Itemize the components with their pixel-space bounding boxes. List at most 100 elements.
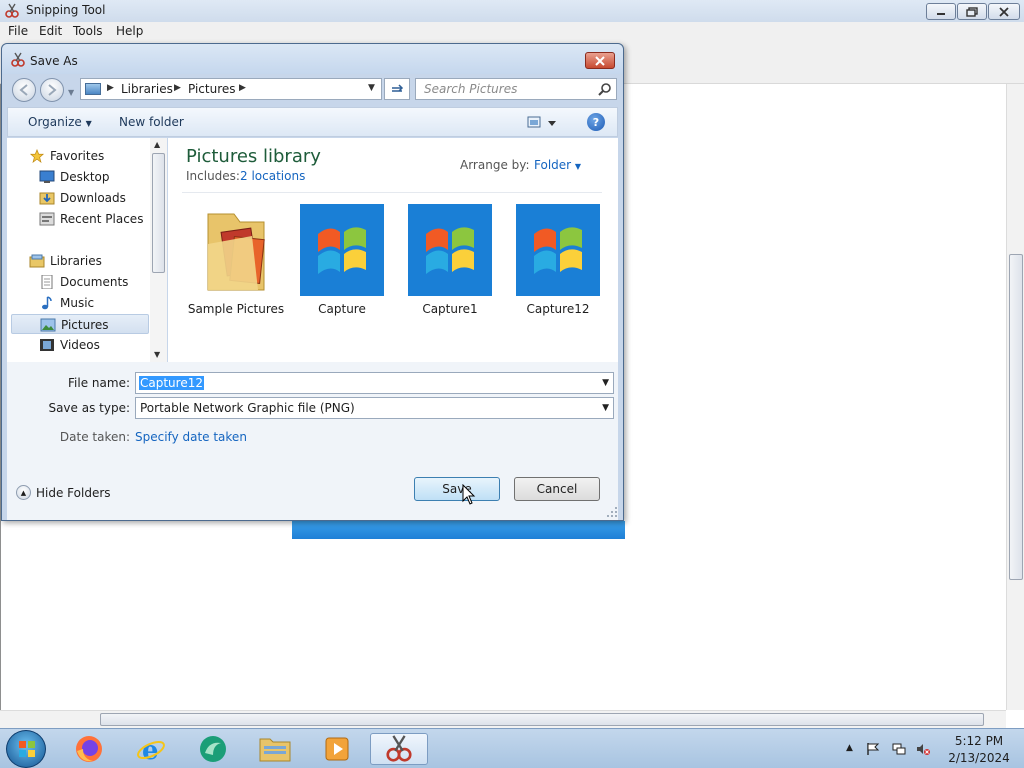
menu-help[interactable]: Help xyxy=(116,24,143,38)
dialog-close-button[interactable] xyxy=(585,52,615,69)
file-item-capture1[interactable]: Capture1 xyxy=(400,200,500,320)
documents-icon xyxy=(41,275,53,289)
nav-label: Recent Places xyxy=(60,212,144,226)
nav-item-documents[interactable]: Documents xyxy=(7,272,149,292)
save-as-dialog: Save As ▼ ▶ Libraries ▶ Pictures ▶ ▼ Sea… xyxy=(1,43,624,521)
image-thumbnail-icon xyxy=(516,204,600,296)
resize-grip-icon[interactable] xyxy=(606,506,618,518)
back-arrow-icon xyxy=(19,84,28,96)
close-icon xyxy=(999,6,1009,17)
filename-field[interactable]: Capture12 ▼ xyxy=(135,372,614,394)
help-icon[interactable]: ? xyxy=(587,113,605,131)
file-item-capture12[interactable]: Capture12 xyxy=(508,200,608,320)
breadcrumb-arrow-icon[interactable]: ▶ xyxy=(107,83,114,93)
start-button[interactable] xyxy=(6,730,46,768)
network-icon[interactable] xyxy=(892,742,906,756)
menu-tools[interactable]: Tools xyxy=(73,24,103,38)
taskbar-media-player[interactable] xyxy=(310,733,364,765)
libraries-icon xyxy=(29,254,45,268)
nav-item-music[interactable]: Music xyxy=(7,293,149,313)
clock-date[interactable]: 2/13/2024 xyxy=(940,751,1018,765)
image-thumbnail-icon xyxy=(408,204,492,296)
menu-file[interactable]: File xyxy=(8,24,28,38)
filename-label: File name: xyxy=(68,376,130,390)
mouse-cursor-icon xyxy=(462,484,476,505)
snipping-tool-icon xyxy=(5,3,19,18)
close-button[interactable] xyxy=(988,3,1020,20)
file-list-pane: Pictures library Includes: 2 locations A… xyxy=(168,138,618,362)
nav-pane-scroll-thumb[interactable] xyxy=(152,153,165,273)
search-icon[interactable] xyxy=(598,82,612,96)
filename-value[interactable]: Capture12 xyxy=(139,376,204,390)
organize-button[interactable]: Organize ▼ xyxy=(28,115,92,129)
main-titlebar: Snipping Tool xyxy=(0,0,1024,22)
taskbar-snipping-tool[interactable] xyxy=(370,733,428,765)
forward-button[interactable] xyxy=(40,78,64,102)
vertical-scroll-thumb[interactable] xyxy=(1009,254,1023,580)
arrange-by-value: Folder xyxy=(534,158,572,172)
volume-muted-icon[interactable] xyxy=(916,742,930,756)
scroll-up-arrow-icon[interactable]: ▲ xyxy=(154,140,160,149)
nav-pane-scrollbar[interactable]: ▲ ▼ xyxy=(150,138,167,362)
chevron-down-icon[interactable]: ▼ xyxy=(602,403,609,413)
music-icon xyxy=(42,296,52,310)
library-locations-link[interactable]: 2 locations xyxy=(240,169,305,183)
window-title: Snipping Tool xyxy=(26,3,106,17)
scroll-down-arrow-icon[interactable]: ▼ xyxy=(154,350,160,359)
taskbar-firefox[interactable] xyxy=(62,733,116,765)
breadcrumb-libraries[interactable]: Libraries xyxy=(121,82,173,96)
firefox-icon xyxy=(76,736,102,762)
snipping-tool-icon xyxy=(386,735,412,762)
search-box[interactable]: Search Pictures xyxy=(415,78,617,100)
new-folder-button[interactable]: New folder xyxy=(119,115,184,129)
arrange-by-label: Arrange by: xyxy=(460,158,530,172)
date-taken-link[interactable]: Specify date taken xyxy=(135,430,247,444)
address-dropdown-icon[interactable]: ▼ xyxy=(368,83,375,93)
address-bar[interactable]: ▶ Libraries ▶ Pictures ▶ ▼ xyxy=(80,78,382,100)
nav-item-desktop[interactable]: Desktop xyxy=(7,167,149,187)
arrange-by-dropdown[interactable]: Folder ▼ xyxy=(534,158,581,172)
clock-time[interactable]: 5:12 PM xyxy=(940,734,1018,748)
nav-item-pictures[interactable]: Pictures xyxy=(11,314,149,334)
nav-label: Pictures xyxy=(61,318,109,332)
chevron-down-icon[interactable]: ▼ xyxy=(602,378,609,388)
horizontal-scroll-thumb[interactable] xyxy=(100,713,984,726)
organize-label: Organize xyxy=(28,115,82,129)
star-icon xyxy=(29,149,45,163)
action-center-flag-icon[interactable] xyxy=(866,742,880,756)
refresh-button[interactable] xyxy=(384,78,410,100)
cancel-button[interactable]: Cancel xyxy=(514,477,600,501)
show-hidden-icons-icon[interactable]: ▲ xyxy=(846,743,860,757)
taskbar-browser[interactable] xyxy=(186,733,240,765)
taskbar-file-explorer[interactable] xyxy=(248,733,302,765)
taskbar-internet-explorer[interactable]: e xyxy=(124,733,178,765)
file-name: Capture12 xyxy=(526,302,590,316)
breadcrumb-pictures[interactable]: Pictures xyxy=(188,82,236,96)
horizontal-scrollbar[interactable] xyxy=(0,710,1006,728)
nav-item-favorites[interactable]: Favorites xyxy=(7,146,149,166)
nav-item-libraries[interactable]: Libraries xyxy=(7,251,149,271)
internet-explorer-icon: e xyxy=(137,736,165,765)
minimize-button[interactable] xyxy=(926,3,956,20)
nav-item-recent-places[interactable]: Recent Places xyxy=(7,209,149,229)
save-button[interactable]: Save xyxy=(414,477,500,501)
image-thumbnail-icon xyxy=(300,204,384,296)
nav-label: Favorites xyxy=(50,149,105,163)
menu-edit[interactable]: Edit xyxy=(39,24,62,38)
save-type-select[interactable]: Portable Network Graphic file (PNG) ▼ xyxy=(135,397,614,419)
search-placeholder[interactable]: Search Pictures xyxy=(424,82,517,96)
nav-item-downloads[interactable]: Downloads xyxy=(7,188,149,208)
breadcrumb-arrow-icon[interactable]: ▶ xyxy=(174,83,181,93)
restore-button[interactable] xyxy=(957,3,987,20)
breadcrumb-arrow-icon[interactable]: ▶ xyxy=(239,83,246,93)
browser-icon xyxy=(200,736,226,762)
vertical-scrollbar[interactable] xyxy=(1006,84,1024,710)
file-item-sample-pictures[interactable]: Sample Pictures xyxy=(186,200,286,320)
recent-locations-dropdown[interactable]: ▼ xyxy=(68,88,74,97)
file-item-capture[interactable]: Capture xyxy=(292,200,392,320)
minimize-icon xyxy=(937,12,945,15)
back-button[interactable] xyxy=(12,78,36,102)
change-view-icon[interactable] xyxy=(526,114,560,132)
nav-label: Desktop xyxy=(60,170,110,184)
nav-item-videos[interactable]: Videos xyxy=(7,335,149,355)
